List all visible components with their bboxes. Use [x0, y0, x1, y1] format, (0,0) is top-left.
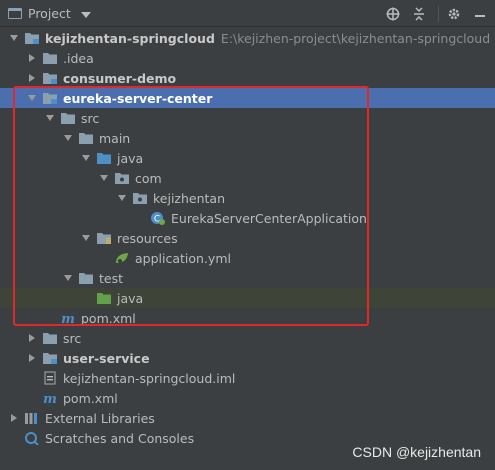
tree-item-label: application.yml: [135, 250, 231, 266]
libraries-icon: [24, 411, 40, 425]
chevron-down-icon[interactable]: [62, 132, 74, 144]
chevron-down-icon[interactable]: [98, 172, 110, 184]
tree-row[interactable]: src: [0, 328, 495, 348]
tree-row[interactable]: m pom.xml: [0, 308, 495, 328]
tree-arrow-spacer: [8, 432, 20, 444]
chevron-right-icon[interactable]: [26, 332, 38, 344]
test-folder-icon: [96, 291, 112, 305]
tree-row[interactable]: kejizhentan-springcloud E:\kejizhen-proje…: [0, 28, 495, 48]
tree-arrow-spacer: [26, 372, 38, 384]
gear-icon[interactable]: [443, 3, 465, 25]
tree-item-label: test: [99, 270, 124, 286]
maven-icon: m: [60, 311, 76, 325]
tree-row[interactable]: main: [0, 128, 495, 148]
tree-item-label: eureka-server-center: [63, 90, 213, 106]
package-icon: [132, 191, 148, 205]
chevron-right-icon[interactable]: [26, 72, 38, 84]
tree-item-label: java: [117, 290, 144, 306]
tree-arrow-spacer: [80, 292, 92, 304]
iml-file-icon: [42, 371, 58, 385]
tree-item-label: consumer-demo: [63, 70, 177, 86]
tree-row[interactable]: com: [0, 168, 495, 188]
project-toolbar: Project: [0, 0, 495, 27]
scratches-icon: [24, 431, 40, 445]
svg-text:m: m: [43, 392, 57, 405]
tree-item-label: src: [81, 110, 100, 126]
module-folder-icon: [42, 351, 58, 365]
module-folder-icon: [42, 71, 58, 85]
tree-row[interactable]: java: [0, 288, 495, 308]
tree-row[interactable]: External Libraries: [0, 408, 495, 428]
toolbar-divider: [438, 5, 439, 22]
tree-item-label: src: [63, 330, 82, 346]
chevron-down-icon[interactable]: [116, 192, 128, 204]
folder-icon: [78, 131, 94, 145]
tree-arrow-spacer: [134, 212, 146, 224]
module-folder-icon: [24, 31, 40, 45]
tree-row[interactable]: C EurekaServerCenterApplication: [0, 208, 495, 228]
folder-icon: [42, 331, 58, 345]
globe-icon[interactable]: [382, 3, 404, 25]
tree-item-label: pom.xml: [81, 310, 136, 326]
watermark: CSDN @kejizhentan: [352, 444, 481, 460]
tree-item-label: com: [135, 170, 162, 186]
chevron-down-icon[interactable]: [26, 92, 38, 104]
tree-arrow-spacer: [26, 392, 38, 404]
tree-row[interactable]: application.yml: [0, 248, 495, 268]
chevron-down-icon[interactable]: [62, 272, 74, 284]
tree-row[interactable]: .idea: [0, 48, 495, 68]
tree-row[interactable]: m pom.xml: [0, 388, 495, 408]
tree-row[interactable]: test: [0, 268, 495, 288]
tree-row[interactable]: eureka-server-center: [0, 88, 495, 108]
svg-text:m: m: [61, 312, 75, 325]
tree-row[interactable]: java: [0, 148, 495, 168]
tree-item-label: kejizhentan: [153, 190, 226, 206]
chevron-down-icon[interactable]: [80, 152, 92, 164]
tree-item-label: External Libraries: [45, 410, 155, 426]
chevron-right-icon[interactable]: [26, 52, 38, 64]
tree-item-label: Scratches and Consoles: [45, 430, 195, 446]
folder-icon: [42, 51, 58, 65]
spring-class-icon: C: [150, 211, 166, 225]
spring-yml-icon: [114, 251, 130, 265]
folder-icon: [78, 271, 94, 285]
tree-item-label: main: [99, 130, 131, 146]
chevron-down-icon[interactable]: [80, 232, 92, 244]
project-path: E:\kejizhen-project\kejizhentan-springcl…: [220, 30, 491, 46]
resources-folder-icon: [96, 231, 112, 245]
folder-icon: [60, 111, 76, 125]
source-folder-icon: [96, 151, 112, 165]
project-view-selector[interactable]: Project: [8, 0, 91, 27]
collapse-icon[interactable]: [408, 3, 430, 25]
chevron-down-icon[interactable]: [8, 32, 20, 44]
tree-item-label: user-service: [63, 350, 150, 366]
tree-row[interactable]: kejizhentan-springcloud.iml: [0, 368, 495, 388]
module-folder-icon: [42, 91, 58, 105]
tree-row[interactable]: kejizhentan: [0, 188, 495, 208]
tree-item-label: EurekaServerCenterApplication: [171, 210, 367, 226]
project-view-title: Project: [28, 6, 71, 21]
tree-item-label: .idea: [63, 50, 94, 66]
tree-item-label: kejizhentan-springcloud: [45, 30, 215, 46]
package-icon: [114, 171, 130, 185]
tree-item-label: kejizhentan-springcloud.iml: [63, 370, 236, 386]
tree-item-label: resources: [117, 230, 178, 246]
minimize-icon[interactable]: [469, 3, 491, 25]
maven-icon: m: [42, 391, 58, 405]
chevron-right-icon[interactable]: [26, 352, 38, 364]
tree-row[interactable]: user-service: [0, 348, 495, 368]
tree-row[interactable]: resources: [0, 228, 495, 248]
project-icon: [8, 8, 22, 19]
tree-item-label: pom.xml: [63, 390, 118, 406]
chevron-down-icon: [80, 11, 91, 18]
chevron-down-icon[interactable]: [44, 112, 56, 124]
tree-arrow-spacer: [98, 252, 110, 264]
tree-row[interactable]: consumer-demo: [0, 68, 495, 88]
tree-item-label: java: [117, 150, 144, 166]
tree-arrow-spacer: [44, 312, 56, 324]
tree-row[interactable]: src: [0, 108, 495, 128]
chevron-right-icon[interactable]: [8, 412, 20, 424]
